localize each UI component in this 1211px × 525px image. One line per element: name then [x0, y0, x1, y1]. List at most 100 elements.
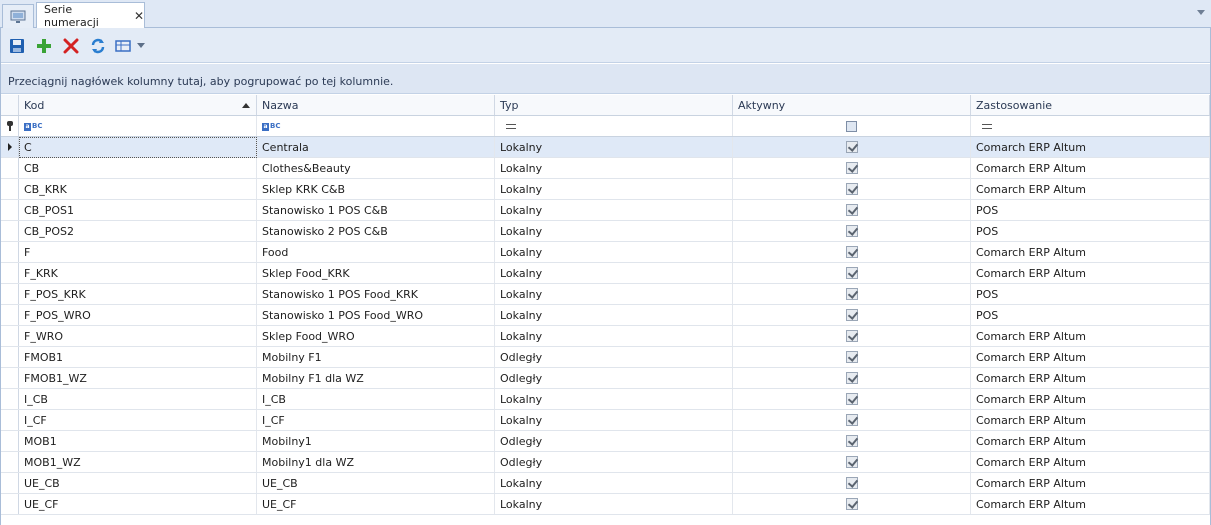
cell-zastosowanie[interactable]: Comarch ERP Altum — [971, 368, 1210, 388]
cell-zastosowanie[interactable]: Comarch ERP Altum — [971, 494, 1210, 514]
column-header-zastosowanie[interactable]: Zastosowanie — [971, 95, 1210, 115]
cell-nazwa[interactable]: Stanowisko 1 POS C&B — [257, 200, 495, 220]
row-indicator-cell[interactable] — [1, 263, 19, 283]
group-panel[interactable]: Przeciągnij nagłówek kolumny tutaj, aby … — [1, 64, 1210, 94]
filter-nazwa[interactable]: a BC — [257, 116, 495, 136]
row-indicator-cell[interactable] — [1, 473, 19, 493]
table-row[interactable]: CB_POS2 Stanowisko 2 POS C&B Lokalny POS — [1, 221, 1210, 242]
cell-zastosowanie[interactable]: Comarch ERP Altum — [971, 263, 1210, 283]
table-row[interactable]: I_CF I_CF Lokalny Comarch ERP Altum — [1, 410, 1210, 431]
cell-typ[interactable]: Lokalny — [495, 263, 733, 283]
table-row[interactable]: F_WRO Sklep Food_WRO Lokalny Comarch ERP Al… — [1, 326, 1210, 347]
active-checkbox[interactable] — [845, 204, 858, 216]
row-indicator-cell[interactable] — [1, 347, 19, 367]
row-indicator-cell[interactable] — [1, 410, 19, 430]
cell-zastosowanie[interactable]: POS — [971, 200, 1210, 220]
cell-zastosowanie[interactable]: POS — [971, 284, 1210, 304]
cell-zastosowanie[interactable]: Comarch ERP Altum — [971, 179, 1210, 199]
filter-checkbox[interactable] — [846, 120, 857, 132]
row-indicator-cell[interactable] — [1, 494, 19, 514]
cell-nazwa[interactable]: Clothes&Beauty — [257, 158, 495, 178]
active-checkbox[interactable] — [845, 225, 858, 237]
cell-zastosowanie[interactable]: Comarch ERP Altum — [971, 431, 1210, 451]
filter-kod[interactable]: a BC — [19, 116, 257, 136]
active-checkbox[interactable] — [845, 414, 858, 426]
filter-typ[interactable] — [495, 116, 733, 136]
active-checkbox[interactable] — [845, 183, 858, 195]
row-indicator-cell[interactable] — [1, 242, 19, 262]
cell-nazwa[interactable]: Food — [257, 242, 495, 262]
row-indicator-cell[interactable] — [1, 137, 19, 157]
table-row[interactable]: UE_CF UE_CF Lokalny Comarch ERP Altum — [1, 494, 1210, 515]
cell-typ[interactable]: Lokalny — [495, 221, 733, 241]
cell-zastosowanie[interactable]: Comarch ERP Altum — [971, 389, 1210, 409]
row-indicator-cell[interactable] — [1, 179, 19, 199]
table-row[interactable]: F_POS_WRO Stanowisko 1 POS Food_WRO Lokaln… — [1, 305, 1210, 326]
table-row[interactable]: CB Clothes&Beauty Lokalny Comarch ERP Altum — [1, 158, 1210, 179]
cell-zastosowanie[interactable]: Comarch ERP Altum — [971, 452, 1210, 472]
filter-zastosowanie[interactable] — [971, 116, 1210, 136]
cell-kod[interactable]: MOB1 — [19, 431, 257, 451]
cell-kod[interactable]: FMOB1_WZ — [19, 368, 257, 388]
cell-aktywny[interactable] — [733, 263, 971, 283]
row-indicator-cell[interactable] — [1, 389, 19, 409]
cell-typ[interactable]: Lokalny — [495, 326, 733, 346]
cell-nazwa[interactable]: I_CF — [257, 410, 495, 430]
cell-typ[interactable]: Lokalny — [495, 242, 733, 262]
row-indicator-cell[interactable] — [1, 305, 19, 325]
cell-typ[interactable]: Lokalny — [495, 389, 733, 409]
active-checkbox[interactable] — [845, 456, 858, 468]
table-row[interactable]: CB_POS1 Stanowisko 1 POS C&B Lokalny POS — [1, 200, 1210, 221]
cell-aktywny[interactable] — [733, 137, 971, 157]
row-indicator-cell[interactable] — [1, 368, 19, 388]
cell-kod[interactable]: UE_CB — [19, 473, 257, 493]
cell-nazwa[interactable]: Stanowisko 1 POS Food_KRK — [257, 284, 495, 304]
active-checkbox[interactable] — [845, 288, 858, 300]
active-checkbox[interactable] — [845, 372, 858, 384]
cell-nazwa[interactable]: Mobilny1 dla WZ — [257, 452, 495, 472]
cell-zastosowanie[interactable]: Comarch ERP Altum — [971, 137, 1210, 157]
cell-kod[interactable]: UE_CF — [19, 494, 257, 514]
table-row[interactable]: F_POS_KRK Stanowisko 1 POS Food_KRK Lokaln… — [1, 284, 1210, 305]
save-button[interactable] — [7, 36, 27, 56]
view-dropdown-button[interactable] — [115, 36, 151, 56]
cell-nazwa[interactable]: Mobilny F1 — [257, 347, 495, 367]
cell-typ[interactable]: Odległy — [495, 347, 733, 367]
active-checkbox[interactable] — [845, 309, 858, 321]
cell-zastosowanie[interactable]: POS — [971, 305, 1210, 325]
tab-serie-numeracji[interactable]: Serie numeracji ✕ — [36, 2, 145, 29]
table-row[interactable]: CB_KRK Sklep KRK C&B Lokalny Comarch ERP Al… — [1, 179, 1210, 200]
close-icon[interactable]: ✕ — [134, 9, 144, 23]
row-indicator-cell[interactable] — [1, 431, 19, 451]
cell-zastosowanie[interactable]: Comarch ERP Altum — [971, 473, 1210, 493]
row-indicator-cell[interactable] — [1, 284, 19, 304]
cell-typ[interactable]: Lokalny — [495, 494, 733, 514]
column-header-aktywny[interactable]: Aktywny — [733, 95, 971, 115]
chevron-down-icon[interactable] — [1197, 10, 1205, 15]
cell-aktywny[interactable] — [733, 368, 971, 388]
active-checkbox[interactable] — [845, 267, 858, 279]
cell-aktywny[interactable] — [733, 431, 971, 451]
table-row[interactable]: MOB1_WZ Mobilny1 dla WZ Odległy Comarch ERP… — [1, 452, 1210, 473]
cell-kod[interactable]: F_KRK — [19, 263, 257, 283]
active-checkbox[interactable] — [845, 393, 858, 405]
cell-typ[interactable]: Lokalny — [495, 410, 733, 430]
cell-nazwa[interactable]: UE_CB — [257, 473, 495, 493]
cell-typ[interactable]: Odległy — [495, 431, 733, 451]
active-checkbox[interactable] — [845, 351, 858, 363]
row-indicator-cell[interactable] — [1, 200, 19, 220]
table-row[interactable]: C Centrala Lokalny Comarch ERP Altum — [1, 137, 1210, 158]
cell-aktywny[interactable] — [733, 305, 971, 325]
cell-nazwa[interactable]: Stanowisko 2 POS C&B — [257, 221, 495, 241]
active-checkbox[interactable] — [845, 141, 858, 153]
cell-kod[interactable]: F_POS_WRO — [19, 305, 257, 325]
home-tab[interactable] — [2, 4, 34, 28]
row-indicator-cell[interactable] — [1, 326, 19, 346]
table-row[interactable]: F Food Lokalny Comarch ERP Altum — [1, 242, 1210, 263]
table-row[interactable]: F_KRK Sklep Food_KRK Lokalny Comarch ERP Al… — [1, 263, 1210, 284]
cell-typ[interactable]: Lokalny — [495, 284, 733, 304]
cell-nazwa[interactable]: Mobilny1 — [257, 431, 495, 451]
active-checkbox[interactable] — [845, 246, 858, 258]
cell-kod[interactable]: MOB1_WZ — [19, 452, 257, 472]
cell-aktywny[interactable] — [733, 242, 971, 262]
